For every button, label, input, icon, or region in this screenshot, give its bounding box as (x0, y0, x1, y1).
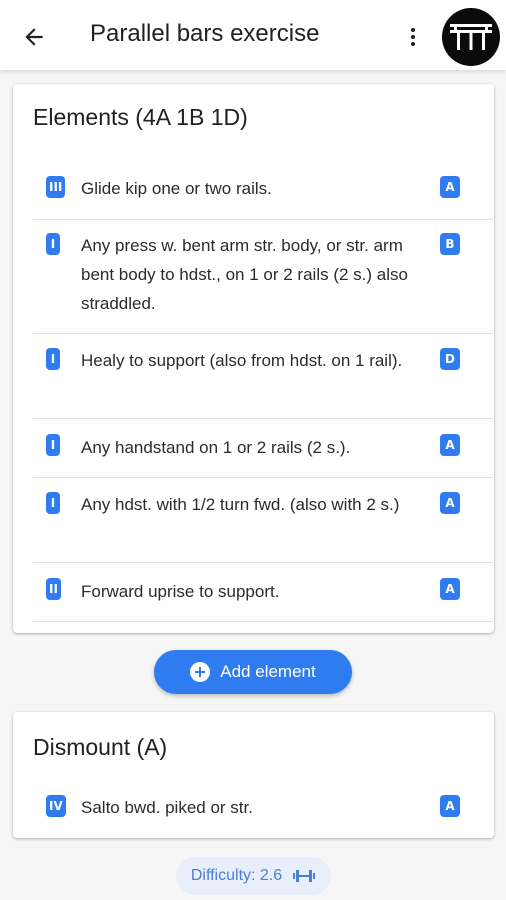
dismount-card: Dismount (A) IV Salto bwd. piked or str.… (13, 712, 494, 838)
back-button[interactable] (14, 17, 54, 57)
element-text: Healy to support (also from hdst. on 1 r… (81, 351, 403, 370)
value-badge: A (440, 795, 460, 817)
element-row[interactable]: I Any press w. bent arm str. body, or st… (33, 220, 493, 334)
element-row[interactable]: II Forward uprise to support. A (33, 563, 493, 622)
value-badge: A (440, 578, 460, 600)
value-badge: A (440, 434, 460, 456)
elements-card: Elements (4A 1B 1D) III Glide kip one or… (13, 84, 494, 633)
level-badge: IV (46, 795, 66, 817)
element-text: Forward uprise to support. (81, 582, 280, 601)
more-options-button[interactable] (396, 17, 430, 57)
element-row[interactable]: I Healy to support (also from hdst. on 1… (33, 334, 493, 419)
level-badge: I (46, 348, 60, 370)
dismount-row[interactable]: IV Salto bwd. piked or str. A (33, 788, 493, 832)
level-badge: I (46, 233, 60, 255)
add-element-button[interactable]: Add element (154, 650, 352, 694)
page-title: Parallel bars exercise (90, 20, 320, 47)
value-badge: D (440, 348, 460, 370)
more-vert-icon (411, 28, 415, 46)
element-row[interactable]: I Any handstand on 1 or 2 rails (2 s.). … (33, 419, 493, 478)
dismount-title: Dismount (A) (33, 734, 168, 760)
element-text: Glide kip one or two rails. (81, 179, 272, 198)
difficulty-chip: Difficulty: 2.6 (176, 857, 331, 895)
difficulty-label: Difficulty: 2.6 (190, 867, 283, 884)
level-badge: III (46, 176, 66, 198)
elements-title: Elements (4A 1B 1D) (33, 104, 248, 130)
element-row[interactable]: I Any hdst. with 1/2 turn fwd. (also wit… (33, 478, 493, 563)
level-badge: II (46, 578, 61, 600)
level-badge: I (46, 492, 60, 514)
add-circle-icon (190, 662, 211, 682)
element-text: Any handstand on 1 or 2 rails (2 s.). (81, 438, 351, 457)
app-bar: Parallel bars exercise (0, 0, 506, 70)
element-text: Any press w. bent arm str. body, or str.… (81, 236, 408, 313)
avatar[interactable] (442, 8, 500, 66)
value-badge: A (440, 492, 460, 514)
parallel-bars-logo (450, 24, 492, 50)
value-badge: A (440, 176, 460, 198)
dumbbell-icon (293, 870, 316, 882)
value-badge: B (440, 233, 460, 255)
element-row[interactable]: III Glide kip one or two rails. A (33, 164, 493, 220)
level-badge: I (46, 434, 60, 456)
add-element-label: Add element (220, 662, 316, 681)
arrow-back-icon (25, 28, 43, 46)
dismount-text: Salto bwd. piked or str. (81, 798, 253, 817)
element-text: Any hdst. with 1/2 turn fwd. (also with … (81, 495, 400, 514)
